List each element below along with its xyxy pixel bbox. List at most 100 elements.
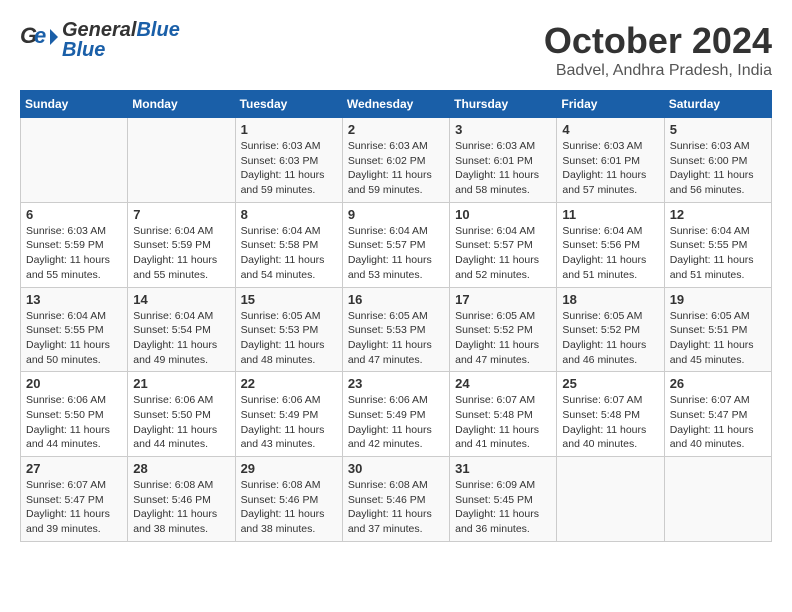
page-header: G e GeneralBlue Blue October 2024 Badvel… — [20, 20, 772, 80]
calendar-week-row: 27 Sunrise: 6:07 AM Sunset: 5:47 PM Dayli… — [21, 457, 772, 542]
day-info: Sunrise: 6:04 AM Sunset: 5:55 PM Dayligh… — [26, 309, 122, 368]
day-info: Sunrise: 6:05 AM Sunset: 5:51 PM Dayligh… — [670, 309, 766, 368]
day-info: Sunrise: 6:04 AM Sunset: 5:57 PM Dayligh… — [455, 224, 551, 283]
day-number: 16 — [348, 292, 444, 307]
day-info: Sunrise: 6:07 AM Sunset: 5:48 PM Dayligh… — [455, 393, 551, 452]
day-info: Sunrise: 6:07 AM Sunset: 5:48 PM Dayligh… — [562, 393, 658, 452]
calendar-cell: 27 Sunrise: 6:07 AM Sunset: 5:47 PM Dayli… — [21, 457, 128, 542]
calendar-cell: 28Sunrise: 6:08 AM Sunset: 5:46 PM Dayli… — [128, 457, 235, 542]
day-number: 3 — [455, 122, 551, 137]
calendar-cell: 19Sunrise: 6:05 AM Sunset: 5:51 PM Dayli… — [664, 287, 771, 372]
logo-blue-text: Blue — [136, 19, 179, 41]
day-number: 31 — [455, 461, 551, 476]
day-number: 22 — [241, 376, 337, 391]
calendar-cell: 21 Sunrise: 6:06 AM Sunset: 5:50 PM Dayli… — [128, 372, 235, 457]
day-info: Sunrise: 6:04 AM Sunset: 5:57 PM Dayligh… — [348, 224, 444, 283]
day-info: Sunrise: 6:05 AM Sunset: 5:52 PM Dayligh… — [562, 309, 658, 368]
day-number: 2 — [348, 122, 444, 137]
calendar-cell: 20 Sunrise: 6:06 AM Sunset: 5:50 PM Dayli… — [21, 372, 128, 457]
day-number: 21 — [133, 376, 229, 391]
calendar-cell: 12Sunrise: 6:04 AM Sunset: 5:55 PM Dayli… — [664, 202, 771, 287]
calendar-cell: 30Sunrise: 6:08 AM Sunset: 5:46 PM Dayli… — [342, 457, 449, 542]
day-info: Sunrise: 6:05 AM Sunset: 5:52 PM Dayligh… — [455, 309, 551, 368]
calendar-cell: 17 Sunrise: 6:05 AM Sunset: 5:52 PM Dayli… — [450, 287, 557, 372]
day-number: 1 — [241, 122, 337, 137]
day-number: 6 — [26, 207, 122, 222]
day-number: 30 — [348, 461, 444, 476]
day-info: Sunrise: 6:07 AM Sunset: 5:47 PM Dayligh… — [26, 478, 122, 537]
calendar-cell — [557, 457, 664, 542]
day-number: 27 — [26, 461, 122, 476]
header-tuesday: Tuesday — [235, 91, 342, 118]
day-info: Sunrise: 6:03 AM Sunset: 6:02 PM Dayligh… — [348, 139, 444, 198]
calendar-cell: 31 Sunrise: 6:09 AM Sunset: 5:45 PM Dayli… — [450, 457, 557, 542]
svg-text:e: e — [34, 23, 46, 48]
calendar-cell — [664, 457, 771, 542]
calendar-cell: 2 Sunrise: 6:03 AM Sunset: 6:02 PM Daylig… — [342, 118, 449, 203]
day-info: Sunrise: 6:04 AM Sunset: 5:55 PM Dayligh… — [670, 224, 766, 283]
day-info: Sunrise: 6:06 AM Sunset: 5:50 PM Dayligh… — [26, 393, 122, 452]
day-info: Sunrise: 6:03 AM Sunset: 6:01 PM Dayligh… — [562, 139, 658, 198]
day-info: Sunrise: 6:08 AM Sunset: 5:46 PM Dayligh… — [241, 478, 337, 537]
logo: G e GeneralBlue Blue — [20, 20, 180, 60]
day-number: 13 — [26, 292, 122, 307]
day-number: 18 — [562, 292, 658, 307]
day-number: 25 — [562, 376, 658, 391]
day-info: Sunrise: 6:06 AM Sunset: 5:49 PM Dayligh… — [348, 393, 444, 452]
day-number: 14 — [133, 292, 229, 307]
calendar-week-row: 20 Sunrise: 6:06 AM Sunset: 5:50 PM Dayli… — [21, 372, 772, 457]
day-number: 5 — [670, 122, 766, 137]
calendar-week-row: 1 Sunrise: 6:03 AM Sunset: 6:03 PM Daylig… — [21, 118, 772, 203]
day-info: Sunrise: 6:04 AM Sunset: 5:58 PM Dayligh… — [241, 224, 337, 283]
day-number: 17 — [455, 292, 551, 307]
logo-icon: G e — [20, 21, 58, 59]
day-number: 15 — [241, 292, 337, 307]
day-info: Sunrise: 6:05 AM Sunset: 5:53 PM Dayligh… — [241, 309, 337, 368]
day-number: 4 — [562, 122, 658, 137]
calendar-cell: 18 Sunrise: 6:05 AM Sunset: 5:52 PM Dayli… — [557, 287, 664, 372]
calendar-cell: 8 Sunrise: 6:04 AM Sunset: 5:58 PM Daylig… — [235, 202, 342, 287]
calendar-cell: 9Sunrise: 6:04 AM Sunset: 5:57 PM Daylig… — [342, 202, 449, 287]
day-info: Sunrise: 6:05 AM Sunset: 5:53 PM Dayligh… — [348, 309, 444, 368]
title-area: October 2024 Badvel, Andhra Pradesh, Ind… — [544, 20, 772, 80]
day-info: Sunrise: 6:03 AM Sunset: 5:59 PM Dayligh… — [26, 224, 122, 283]
day-number: 8 — [241, 207, 337, 222]
logo-blue-line: Blue — [62, 40, 180, 60]
calendar-cell: 3 Sunrise: 6:03 AM Sunset: 6:01 PM Daylig… — [450, 118, 557, 203]
calendar-cell: 10 Sunrise: 6:04 AM Sunset: 5:57 PM Dayli… — [450, 202, 557, 287]
day-number: 23 — [348, 376, 444, 391]
calendar-cell: 5Sunrise: 6:03 AM Sunset: 6:00 PM Daylig… — [664, 118, 771, 203]
day-info: Sunrise: 6:03 AM Sunset: 6:03 PM Dayligh… — [241, 139, 337, 198]
logo-general: General — [62, 19, 136, 41]
calendar-cell: 1 Sunrise: 6:03 AM Sunset: 6:03 PM Daylig… — [235, 118, 342, 203]
day-number: 10 — [455, 207, 551, 222]
day-info: Sunrise: 6:09 AM Sunset: 5:45 PM Dayligh… — [455, 478, 551, 537]
calendar-cell: 26Sunrise: 6:07 AM Sunset: 5:47 PM Dayli… — [664, 372, 771, 457]
header-thursday: Thursday — [450, 91, 557, 118]
day-number: 26 — [670, 376, 766, 391]
day-info: Sunrise: 6:03 AM Sunset: 6:01 PM Dayligh… — [455, 139, 551, 198]
calendar-cell: 24Sunrise: 6:07 AM Sunset: 5:48 PM Dayli… — [450, 372, 557, 457]
calendar-cell: 13 Sunrise: 6:04 AM Sunset: 5:55 PM Dayli… — [21, 287, 128, 372]
day-info: Sunrise: 6:06 AM Sunset: 5:49 PM Dayligh… — [241, 393, 337, 452]
day-number: 29 — [241, 461, 337, 476]
header-monday: Monday — [128, 91, 235, 118]
day-number: 7 — [133, 207, 229, 222]
calendar-cell: 4 Sunrise: 6:03 AM Sunset: 6:01 PM Daylig… — [557, 118, 664, 203]
weekday-header-row: Sunday Monday Tuesday Wednesday Thursday… — [21, 91, 772, 118]
day-number: 20 — [26, 376, 122, 391]
day-info: Sunrise: 6:04 AM Sunset: 5:59 PM Dayligh… — [133, 224, 229, 283]
day-info: Sunrise: 6:08 AM Sunset: 5:46 PM Dayligh… — [133, 478, 229, 537]
month-title: October 2024 — [544, 20, 772, 62]
day-info: Sunrise: 6:04 AM Sunset: 5:56 PM Dayligh… — [562, 224, 658, 283]
day-info: Sunrise: 6:06 AM Sunset: 5:50 PM Dayligh… — [133, 393, 229, 452]
calendar-cell — [128, 118, 235, 203]
day-number: 11 — [562, 207, 658, 222]
location: Badvel, Andhra Pradesh, India — [544, 62, 772, 80]
calendar-week-row: 13 Sunrise: 6:04 AM Sunset: 5:55 PM Dayli… — [21, 287, 772, 372]
calendar-cell: 6 Sunrise: 6:03 AM Sunset: 5:59 PM Daylig… — [21, 202, 128, 287]
header-sunday: Sunday — [21, 91, 128, 118]
calendar-cell: 22 Sunrise: 6:06 AM Sunset: 5:49 PM Dayli… — [235, 372, 342, 457]
calendar-cell: 7 Sunrise: 6:04 AM Sunset: 5:59 PM Daylig… — [128, 202, 235, 287]
calendar-cell: 23 Sunrise: 6:06 AM Sunset: 5:49 PM Dayli… — [342, 372, 449, 457]
